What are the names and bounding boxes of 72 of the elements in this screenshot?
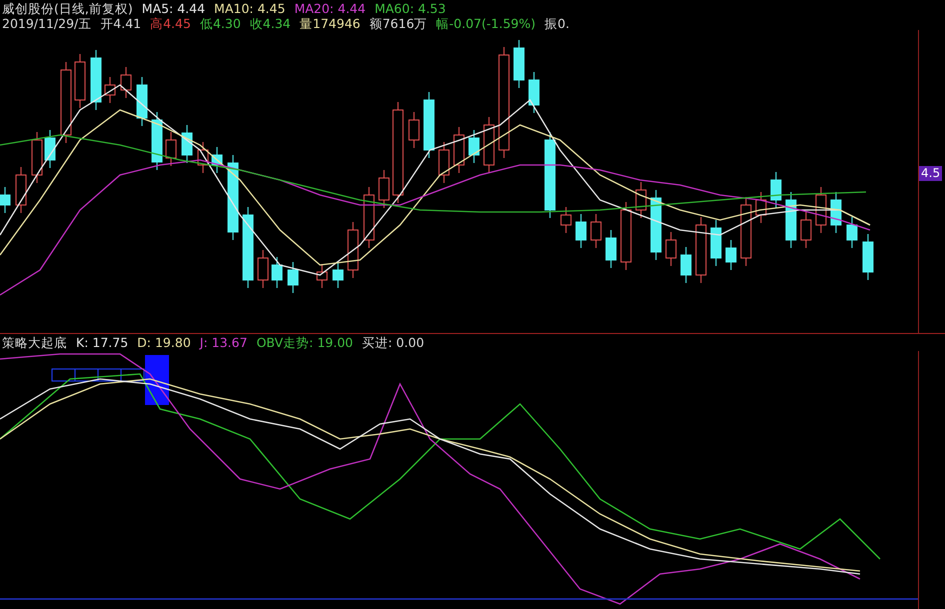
candlestick [258,250,268,288]
candlestick [680,246,692,284]
candlestick [332,262,344,288]
candlestick [136,76,148,126]
candlestick [198,142,208,174]
candlestick [364,186,374,248]
quote-value: 收4.34 [250,16,291,31]
candlestick [786,192,796,248]
quote-value: 开4.41 [100,16,142,31]
quote-value: 低4.30 [200,16,241,31]
candlestick [454,126,464,174]
candlestick [272,256,282,288]
candlestick [862,234,874,280]
quote-value: 高4.45 [150,16,191,31]
quote-value: 量174946 [300,16,360,31]
candlestick [560,206,572,234]
candlestick [590,214,602,248]
candlestick [424,92,434,158]
indicator-value: 买进: 0.00 [362,335,424,351]
quote-value: 振0. [544,16,570,31]
candlestick [830,192,842,234]
candlestick [438,142,450,184]
moving-average-value: MA60: 4.53 [374,1,446,16]
candlestick [468,130,480,164]
moving-average-value: MA5: 4.44 [142,1,206,16]
candlestick [378,170,390,208]
indicator-title: 策略大起底 [2,335,67,351]
quote-value: 额7616万 [369,16,428,31]
candlestick [316,264,328,288]
candlestick [104,76,116,104]
candlestick [44,130,56,168]
candlestick [770,172,782,208]
candlestick [0,186,10,214]
candlestick [756,192,766,224]
price-label: 4.5 [919,166,942,181]
indicator-value: OBV走势: 19.00 [256,335,353,351]
candlestick [576,214,586,248]
candlestick [696,216,706,284]
candlestick [32,132,42,184]
candlestick [846,216,858,248]
candlestick [620,202,632,270]
indicator-value: D: 19.80 [137,335,191,351]
candlestick [606,230,616,268]
candlestick [288,262,298,294]
moving-average-value: MA10: 4.45 [214,1,286,16]
candlestick [166,132,176,166]
candlestick [710,220,722,266]
candlestick [484,116,494,174]
candlestick [348,222,358,278]
candlestick [740,196,752,266]
indicator-value: J: 13.67 [200,335,248,351]
chart-title: 威创股份(日线,前复权) [2,1,133,16]
moving-average-value: MA20: 4.44 [294,1,366,16]
candlestick [182,124,192,164]
candlestick [800,212,812,248]
candlestick [408,112,420,148]
candlestick [636,182,646,218]
candlestick [74,54,86,108]
quote-value: 2019/11/29/五 [2,16,92,31]
candlestick [528,72,540,114]
candlestick [90,50,102,110]
candlestick [152,112,162,170]
candlestick [16,166,26,214]
candlestick [120,66,132,98]
indicator-value: K: 17.75 [76,335,128,351]
candlestick [650,190,662,260]
candlestick [666,232,676,266]
candlestick [816,186,826,234]
quote-value: 幅-0.07(-1.59%) [436,16,536,31]
candlestick [514,40,524,88]
candlestick [726,240,736,270]
candlestick [212,146,222,174]
